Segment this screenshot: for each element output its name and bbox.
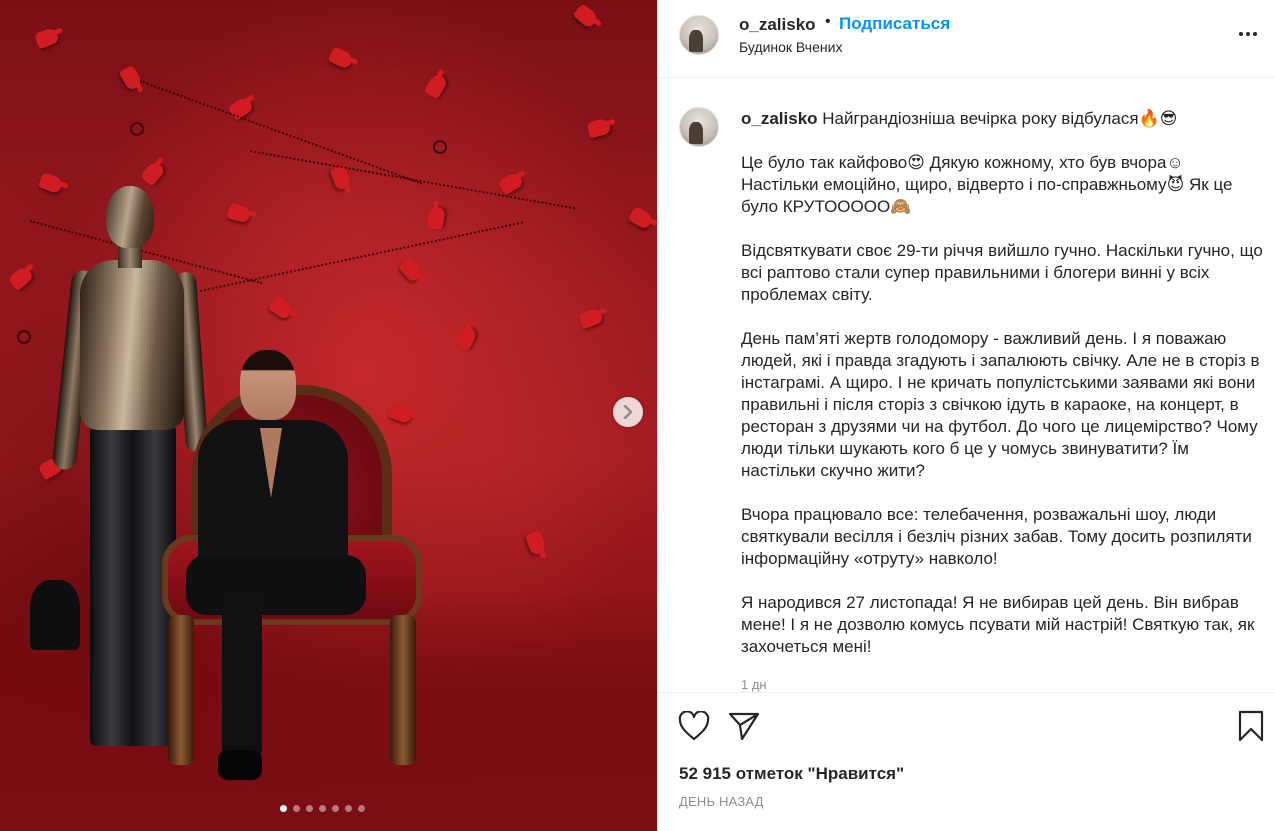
- wall-hand-decoration: [139, 159, 167, 187]
- heart-icon: [678, 711, 710, 741]
- wall-hand-decoration: [577, 306, 605, 330]
- post-username[interactable]: o_zalisko: [739, 15, 816, 35]
- carousel-dots: [280, 805, 365, 812]
- caption-text: Найграндіозніша вечірка року відбулася🔥😎…: [741, 109, 1263, 656]
- header-separator: •: [825, 13, 831, 30]
- follow-button[interactable]: Подписаться: [839, 14, 950, 34]
- avatar[interactable]: [679, 15, 719, 55]
- wall-hand-decoration: [426, 205, 446, 231]
- handcuff-decoration: [130, 122, 144, 136]
- comments-section[interactable]: o_zalisko Найграндіозніша вечірка року в…: [658, 79, 1274, 692]
- post-actions: 52 915 отметок "Нравится" день назад: [658, 692, 1274, 831]
- wall-hand-decoration: [267, 295, 295, 321]
- carousel-dot: [319, 805, 326, 812]
- like-button[interactable]: [677, 709, 711, 743]
- wall-chain-decoration: [199, 221, 523, 292]
- post-caption: o_zalisko Найграндіозніша вечірка року в…: [741, 108, 1265, 658]
- dog-statue: [30, 580, 80, 650]
- wall-hand-decoration: [423, 72, 449, 100]
- save-button[interactable]: [1234, 709, 1268, 743]
- carousel-dot: [358, 805, 365, 812]
- wall-hand-decoration: [7, 264, 35, 292]
- bookmark-icon: [1238, 710, 1264, 742]
- post-header: o_zalisko • Подписаться Будинок Вчених: [658, 0, 1274, 78]
- wall-hand-decoration: [118, 64, 144, 92]
- wall-hand-decoration: [586, 117, 612, 139]
- caption-avatar[interactable]: [679, 107, 719, 147]
- wall-chain-decoration: [249, 150, 576, 210]
- wall-hand-decoration: [33, 26, 61, 50]
- post-photo[interactable]: [0, 0, 657, 831]
- wall-hand-decoration: [524, 529, 548, 557]
- post-details-panel: o_zalisko • Подписаться Будинок Вчених o…: [657, 0, 1274, 831]
- wall-hand-decoration: [454, 324, 478, 352]
- wall-hand-decoration: [226, 202, 252, 224]
- wall-hand-decoration: [627, 205, 655, 231]
- handcuff-decoration: [433, 140, 447, 154]
- wall-chain-decoration: [139, 80, 423, 185]
- caption-timestamp[interactable]: 1 дн: [741, 677, 767, 692]
- caption-username[interactable]: o_zalisko: [741, 109, 818, 128]
- chevron-right-icon: [623, 405, 633, 419]
- carousel-dot: [280, 805, 287, 812]
- wall-hand-decoration: [397, 256, 425, 284]
- post-date[interactable]: день назад: [679, 794, 764, 809]
- share-button[interactable]: [727, 709, 761, 743]
- post-location[interactable]: Будинок Вчених: [739, 39, 842, 55]
- handcuff-decoration: [17, 330, 31, 344]
- likes-count[interactable]: 52 915 отметок "Нравится": [679, 764, 904, 784]
- wall-hand-decoration: [572, 2, 600, 30]
- carousel-dot: [332, 805, 339, 812]
- wall-hand-decoration: [37, 171, 65, 195]
- wall-hand-decoration: [497, 170, 525, 196]
- seated-man-figure: [178, 350, 378, 790]
- more-options-icon[interactable]: [1234, 24, 1262, 44]
- carousel-dot: [293, 805, 300, 812]
- next-photo-button[interactable]: [613, 397, 643, 427]
- carousel-dot: [306, 805, 313, 812]
- paper-plane-icon: [728, 712, 760, 741]
- wall-hand-decoration: [327, 46, 355, 70]
- carousel-dot: [345, 805, 352, 812]
